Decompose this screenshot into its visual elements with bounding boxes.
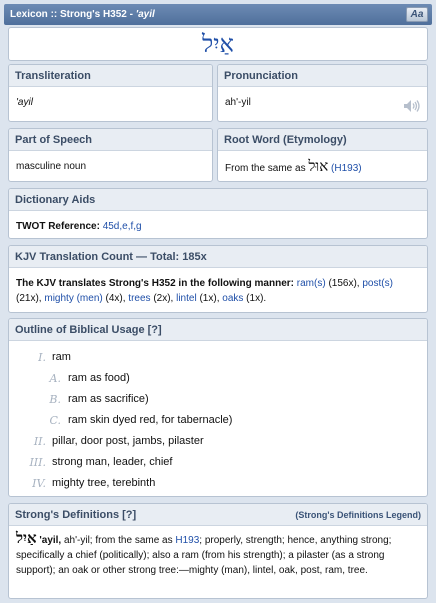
- kjv-translation-link[interactable]: trees: [128, 293, 150, 304]
- kjv-translation-link[interactable]: post(s): [362, 278, 393, 289]
- outline-item: I. ram: [9, 347, 427, 368]
- outline-number: A.: [49, 372, 61, 385]
- hebrew-word-box: אַיִל: [8, 27, 428, 61]
- root-word-prefix: From the same as: [225, 163, 306, 174]
- outline-text: strong man, leader, chief: [52, 456, 173, 468]
- strongs-text-1: ah'-yil; from the same as: [61, 535, 176, 546]
- pronunciation-heading: Pronunciation: [218, 65, 427, 87]
- strongs-hebrew: אַיִל: [16, 529, 37, 547]
- kjv-intro: The KJV translates Strong's H352 in the …: [16, 278, 294, 289]
- twot-link[interactable]: 45d,e,f,g: [103, 221, 142, 232]
- strongs-ref-link[interactable]: H193: [175, 535, 199, 546]
- part-of-speech-heading: Part of Speech: [9, 129, 212, 151]
- kjv-translation-count: (1x): [246, 293, 264, 304]
- strongs-heading: Strong's Definitions [?]: [15, 509, 137, 521]
- root-word-link[interactable]: (H193): [331, 163, 362, 174]
- strongs-definitions-box: Strong's Definitions [?] (Strong's Defin…: [8, 503, 428, 599]
- dictionary-aids-box: Dictionary Aids TWOT Reference: 45d,e,f,…: [8, 188, 428, 239]
- kjv-translation-link[interactable]: lintel: [176, 293, 197, 304]
- outline-text: mighty tree, terebinth: [52, 477, 156, 489]
- dictionary-aids-heading: Dictionary Aids: [9, 189, 427, 211]
- root-word-hebrew: אוּל: [308, 157, 329, 175]
- kjv-translation-link[interactable]: oaks: [222, 293, 243, 304]
- kjv-translation-count: (156x): [328, 278, 357, 289]
- part-of-speech-value: masculine noun: [16, 161, 87, 172]
- pronunciation-box: Pronunciation ah'-yil: [217, 64, 428, 122]
- strongs-word: 'ayil,: [39, 535, 62, 546]
- root-word-heading: Root Word (Etymology): [218, 129, 427, 151]
- outline-number: IV.: [32, 477, 46, 490]
- outline-item: A. ram as food): [9, 368, 427, 389]
- kjv-translation-link[interactable]: ram(s): [297, 278, 326, 289]
- transliteration-heading: Transliteration: [9, 65, 212, 87]
- outline-item: II. pillar, door post, jambs, pilaster: [9, 431, 427, 452]
- outline-item: C. ram skin dyed red, for tabernacle): [9, 410, 427, 431]
- outline-number: C.: [49, 414, 61, 427]
- outline-number: B.: [49, 393, 61, 406]
- outline-text: ram skin dyed red, for tabernacle): [68, 414, 233, 426]
- kjv-translation-link[interactable]: mighty (men): [44, 293, 102, 304]
- outline-number: II.: [33, 435, 46, 448]
- kjv-translation-count: (21x): [16, 293, 39, 304]
- outline-number: I.: [38, 351, 46, 364]
- outline-item: B. ram as sacrifice): [9, 389, 427, 410]
- kjv-translation-count: (4x): [105, 293, 123, 304]
- transliteration-value: 'ayil: [16, 97, 33, 108]
- speaker-icon[interactable]: [403, 99, 421, 113]
- outline-text: ram as sacrifice): [68, 393, 149, 405]
- outline-item: IV. mighty tree, terebinth: [9, 473, 427, 494]
- pronunciation-value: ah'-yil: [225, 97, 251, 108]
- page-title: Lexicon :: Strong's H352 - 'ayil: [10, 9, 155, 20]
- outline-text: ram: [52, 351, 71, 363]
- twot-label: TWOT Reference:: [16, 221, 100, 232]
- title-bar: Lexicon :: Strong's H352 - 'ayil Aa: [4, 4, 432, 25]
- kjv-count-box: KJV Translation Count — Total: 185x The …: [8, 245, 428, 313]
- outline-text: pillar, door post, jambs, pilaster: [52, 435, 204, 447]
- strongs-legend-link[interactable]: (Strong's Definitions Legend): [295, 504, 421, 526]
- font-size-button[interactable]: Aa: [406, 7, 428, 22]
- outline-box: Outline of Biblical Usage [?] I. ram A. ra…: [8, 318, 428, 497]
- outline-number: III.: [29, 456, 46, 469]
- transliteration-box: Transliteration 'ayil: [8, 64, 213, 122]
- hebrew-word: אַיִל: [202, 30, 234, 58]
- outline-text: ram as food): [68, 372, 130, 384]
- outline-item: III. strong man, leader, chief: [9, 452, 427, 473]
- root-word-box: Root Word (Etymology) From the same as א…: [217, 128, 428, 182]
- kjv-translation-count: (1x): [199, 293, 217, 304]
- outline-heading: Outline of Biblical Usage [?]: [9, 319, 427, 341]
- kjv-translation-count: (2x): [153, 293, 171, 304]
- outline-list: I. ram A. ram as food) B. ram as sacrifice)…: [9, 341, 427, 494]
- kjv-count-heading: KJV Translation Count — Total: 185x: [9, 246, 427, 268]
- part-of-speech-box: Part of Speech masculine noun: [8, 128, 213, 182]
